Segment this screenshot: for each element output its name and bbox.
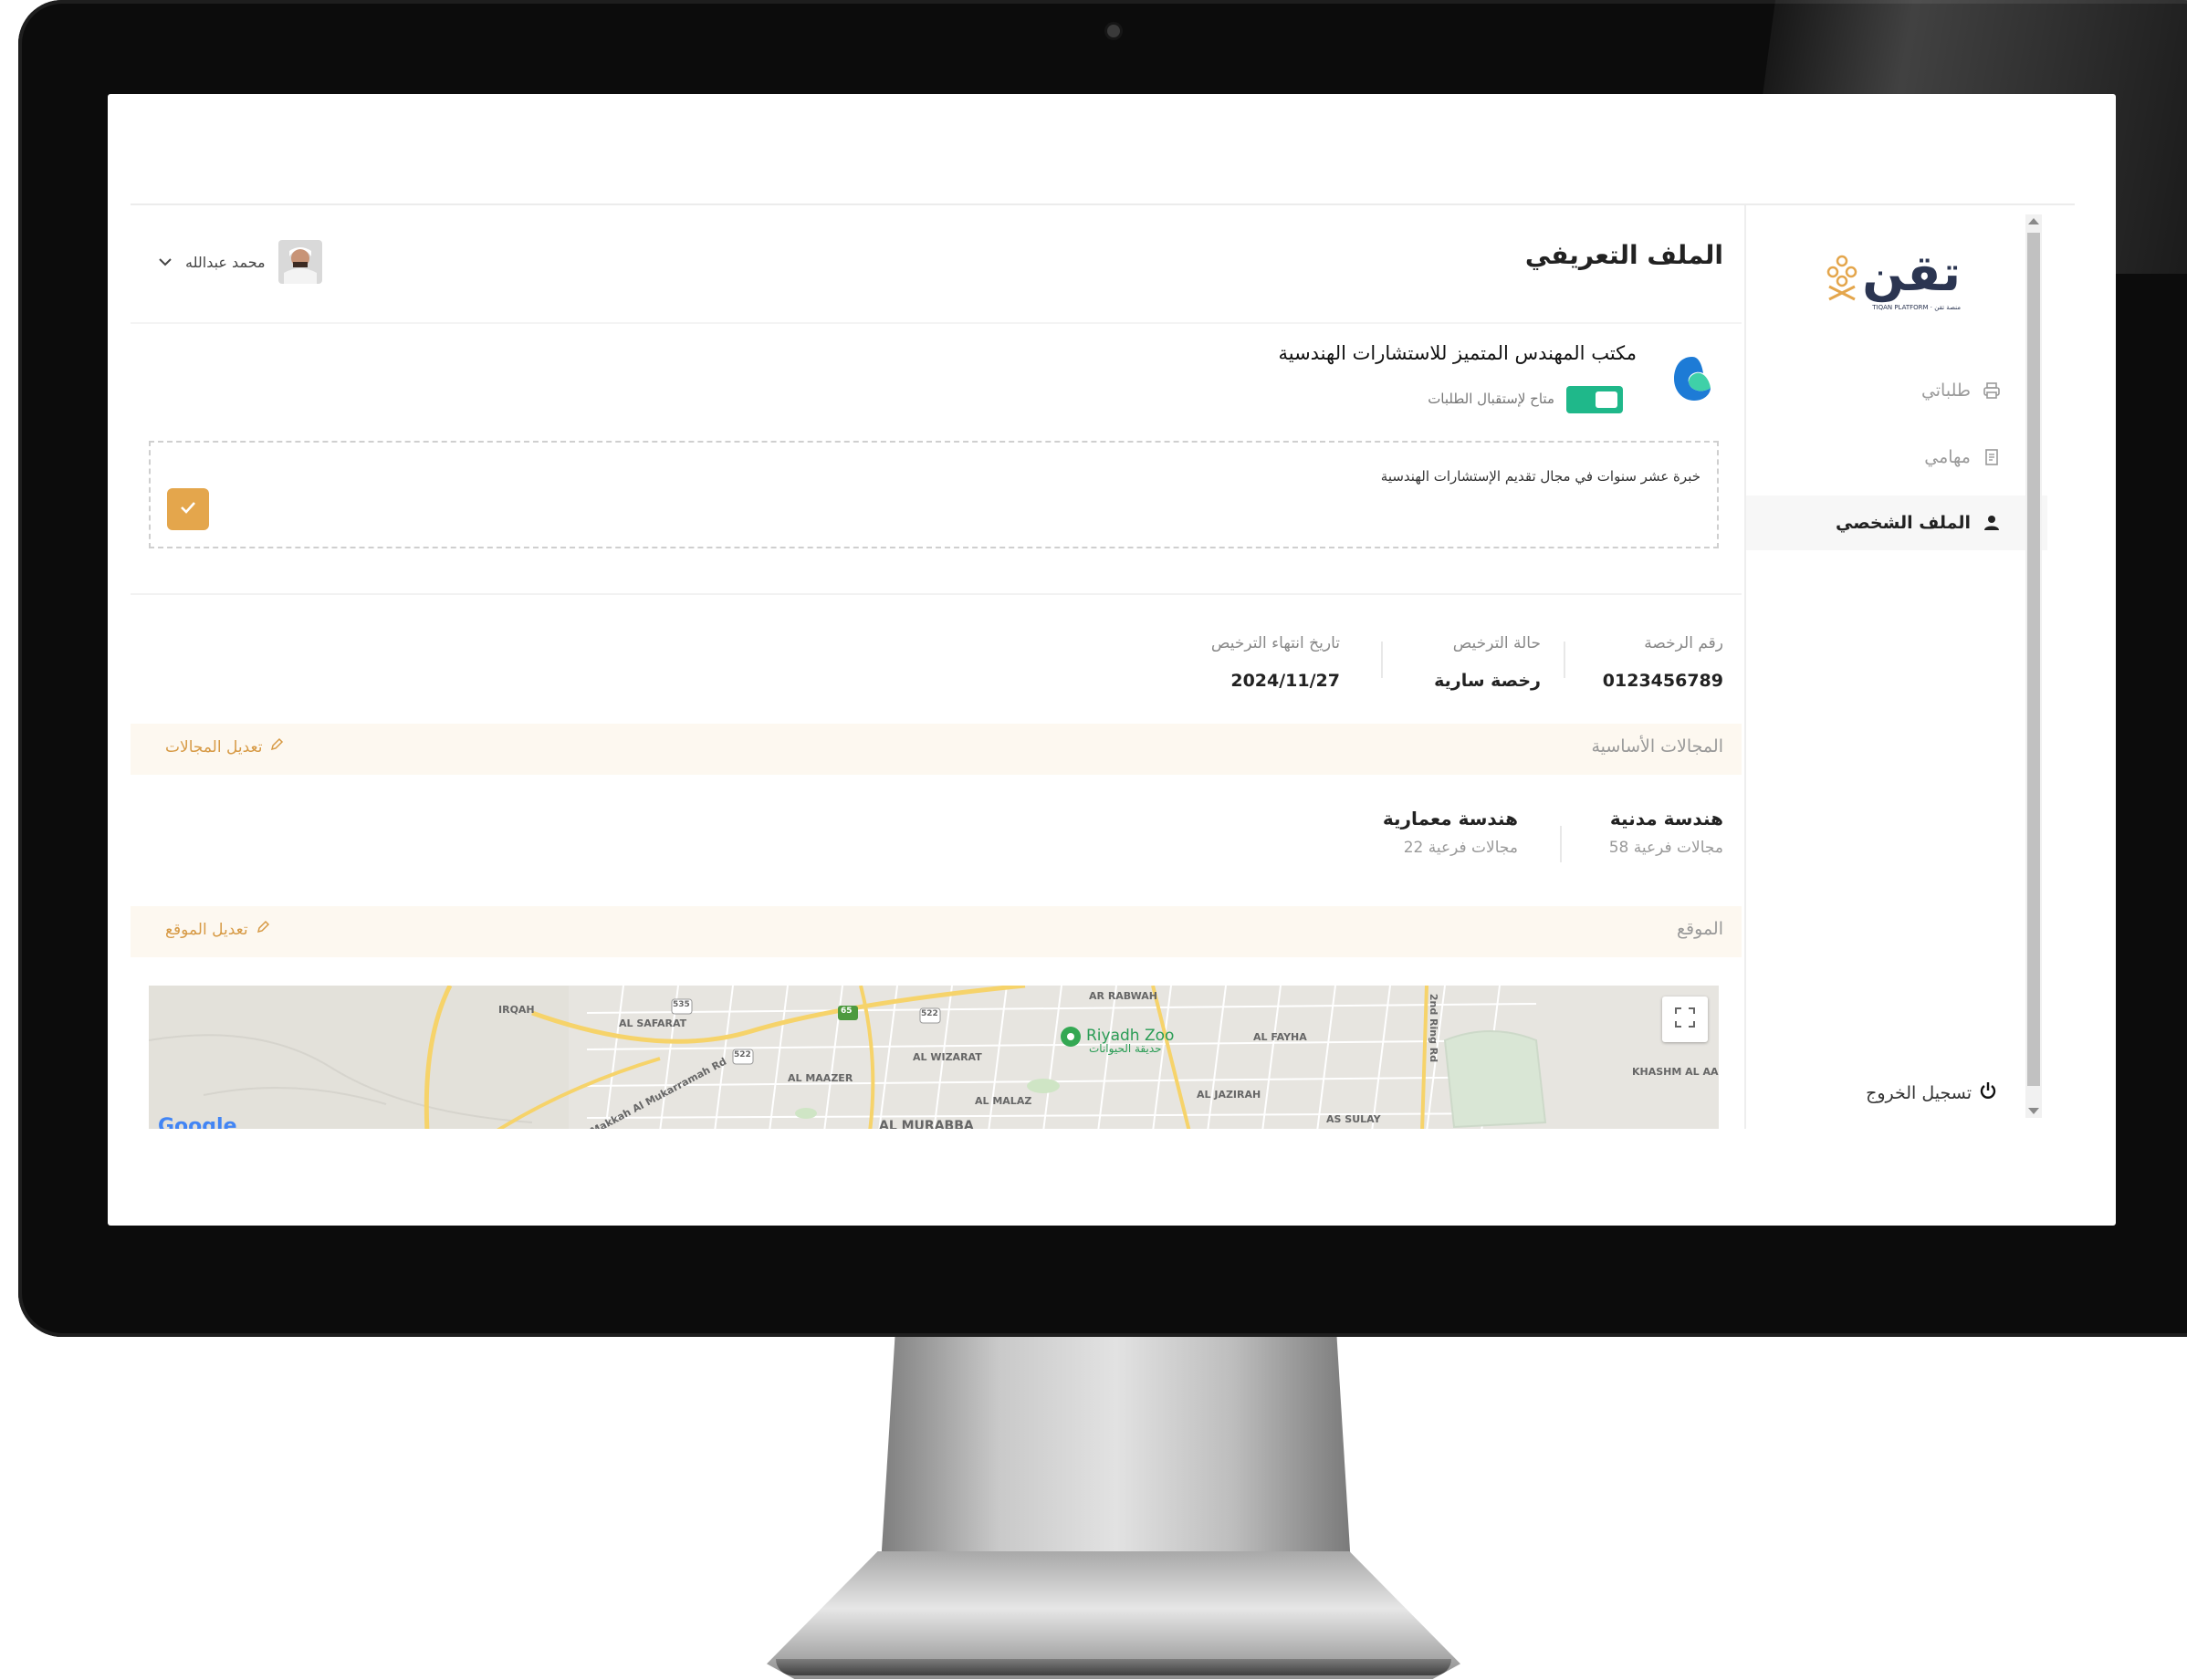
map-fullscreen-button[interactable]	[1662, 997, 1708, 1042]
divider	[1564, 642, 1565, 678]
map-label: AL MALAZ	[975, 1095, 1032, 1107]
user-name: محمد عبدالله	[185, 253, 266, 271]
availability-toggle[interactable]	[1566, 386, 1623, 413]
map-label: AL MAAZER	[788, 1072, 853, 1084]
divider	[1381, 642, 1383, 678]
scroll-up-icon[interactable]	[2028, 218, 2039, 224]
domains-section-header: المجالات الأساسية تعديل المجالات	[131, 724, 1742, 775]
road-shield: 65	[841, 1007, 853, 1016]
pencil-icon	[269, 737, 284, 757]
edit-location-label: تعديل الموقع	[165, 920, 248, 939]
monitor-stand-neck	[881, 1337, 1351, 1565]
main-content: الملف التعريفي محمد عبدالله مكتب المهندس…	[131, 205, 1742, 1129]
license-expiry: تاريخ انتهاء الترخيص 2024/11/27	[1211, 634, 1340, 691]
printer-icon	[1982, 381, 2002, 401]
domain-name: هندسة مدنية	[1609, 808, 1723, 830]
road-shield: 535	[673, 1000, 690, 1009]
road-shield: 522	[921, 1009, 938, 1018]
webcam	[1107, 25, 1120, 37]
map-label: IRQAH	[498, 1004, 535, 1016]
domain-sub-count: 22 مجالات فرعية	[1403, 839, 1518, 857]
domain-item: هندسة معمارية 22 مجالات فرعية	[1383, 808, 1518, 857]
bio-editor[interactable]: خبرة عشر سنوات في مجال تقديم الإستشارات …	[149, 441, 1719, 548]
road-shield: 522	[734, 1050, 751, 1059]
scrollbar-thumb[interactable]	[2027, 233, 2040, 1086]
domain-name: هندسة معمارية	[1382, 808, 1518, 830]
sidebar-item-my-requests[interactable]: طلباتي	[1746, 363, 2047, 418]
location-section-title: الموقع	[1676, 919, 1723, 939]
logo-mark-icon	[1826, 255, 1857, 301]
screen: تقن TIQAN PLATFORM · منصة تقن طلباتي مها…	[108, 94, 2116, 1226]
edit-location-button[interactable]: تعديل الموقع	[165, 920, 270, 939]
license-expiry-value: 2024/11/27	[1230, 671, 1340, 691]
map-label: AR RABWAH	[1089, 990, 1157, 1002]
monitor-stand-base-edge	[776, 1659, 1451, 1675]
app-window: تقن TIQAN PLATFORM · منصة تقن طلباتي مها…	[131, 203, 2075, 1129]
map-attribution: Google	[158, 1115, 237, 1129]
sidebar-item-label: الملف الشخصي	[1835, 513, 1971, 533]
logo-subtitle: TIQAN PLATFORM · منصة تقن	[1872, 304, 1961, 311]
logo-text: تقن	[1862, 245, 1961, 302]
avatar[interactable]	[277, 240, 322, 284]
document-icon	[1982, 447, 2002, 467]
check-icon	[179, 500, 197, 518]
bio-save-button[interactable]	[167, 488, 209, 530]
edit-domains-label: تعديل المجالات	[165, 737, 263, 757]
location-section-header: الموقع تعديل الموقع	[131, 906, 1742, 957]
map-label: KHASHM AL AAN	[1632, 1066, 1719, 1078]
domain-item: هندسة مدنية 58 مجالات فرعية	[1609, 808, 1723, 857]
availability-toggle-label: متاح لإستقبال الطلبات	[1428, 391, 1554, 407]
app-logo[interactable]: تقن TIQAN PLATFORM · منصة تقن	[1824, 246, 1961, 315]
sidebar: تقن TIQAN PLATFORM · منصة تقن طلباتي مها…	[1744, 205, 2047, 1129]
license-status-label: حالة الترخيص	[1452, 634, 1541, 652]
user-icon	[1982, 513, 2002, 533]
bio-text[interactable]: خبرة عشر سنوات في مجال تقديم الإستشارات …	[1381, 468, 1700, 485]
license-number: رقم الرخصة 0123456789	[1603, 634, 1723, 691]
user-menu[interactable]: محمد عبدالله	[158, 240, 322, 284]
sidebar-item-label: طلباتي	[1920, 381, 1971, 401]
office-name: مكتب المهندس المتميز للاستشارات الهندسية	[1278, 342, 1637, 364]
map-label: AL FAYHA	[1253, 1031, 1307, 1043]
page-title: الملف التعريفي	[1524, 240, 1723, 270]
map-label: 2nd Ring Rd	[1428, 993, 1440, 1063]
pencil-icon	[256, 920, 270, 939]
edit-domains-button[interactable]: تعديل المجالات	[165, 737, 284, 757]
divider	[131, 593, 1742, 595]
map-label: AS SULAY	[1326, 1113, 1381, 1125]
chevron-down-icon[interactable]	[158, 253, 173, 272]
map-poi-sublabel: حديقة الحيوانات	[1089, 1042, 1162, 1055]
power-icon	[1979, 1081, 1997, 1104]
map-label: AL JAZIRAH	[1197, 1089, 1261, 1101]
license-expiry-label: تاريخ انتهاء الترخيص	[1210, 634, 1340, 652]
map-label: AL WIZARAT	[913, 1051, 982, 1063]
license-status-value: رخصة سارية	[1434, 671, 1541, 691]
sidebar-item-profile[interactable]: الملف الشخصي	[1746, 496, 2047, 550]
toggle-knob	[1596, 391, 1617, 408]
office-logo	[1670, 351, 1714, 406]
map-label: AL MURABBA	[879, 1119, 974, 1129]
logout-label: تسجيل الخروج	[1866, 1082, 1972, 1103]
domain-sub-count: 58 مجالات فرعية	[1608, 839, 1723, 857]
license-number-value: 0123456789	[1602, 671, 1723, 691]
license-number-label: رقم الرخصة	[1644, 634, 1723, 652]
divider	[1560, 826, 1562, 862]
fullscreen-icon	[1675, 1007, 1695, 1031]
license-status: حالة الترخيص رخصة سارية	[1434, 634, 1541, 691]
sidebar-item-my-tasks[interactable]: مهامي	[1746, 430, 2047, 485]
sidebar-item-label: مهامي	[1924, 447, 1971, 467]
location-map[interactable]: IRQAH AL SAFARAT AL WIZARAT AL MAAZER AL…	[149, 986, 1719, 1129]
page-header: الملف التعريفي محمد عبدالله	[131, 205, 1742, 324]
scroll-down-icon[interactable]	[2028, 1108, 2039, 1114]
map-label: AL SAFARAT	[619, 1017, 687, 1029]
domains-section-title: المجالات الأساسية	[1591, 736, 1723, 757]
logout-button[interactable]: تسجيل الخروج	[1866, 1081, 1997, 1104]
scrollbar[interactable]	[2025, 214, 2042, 1118]
